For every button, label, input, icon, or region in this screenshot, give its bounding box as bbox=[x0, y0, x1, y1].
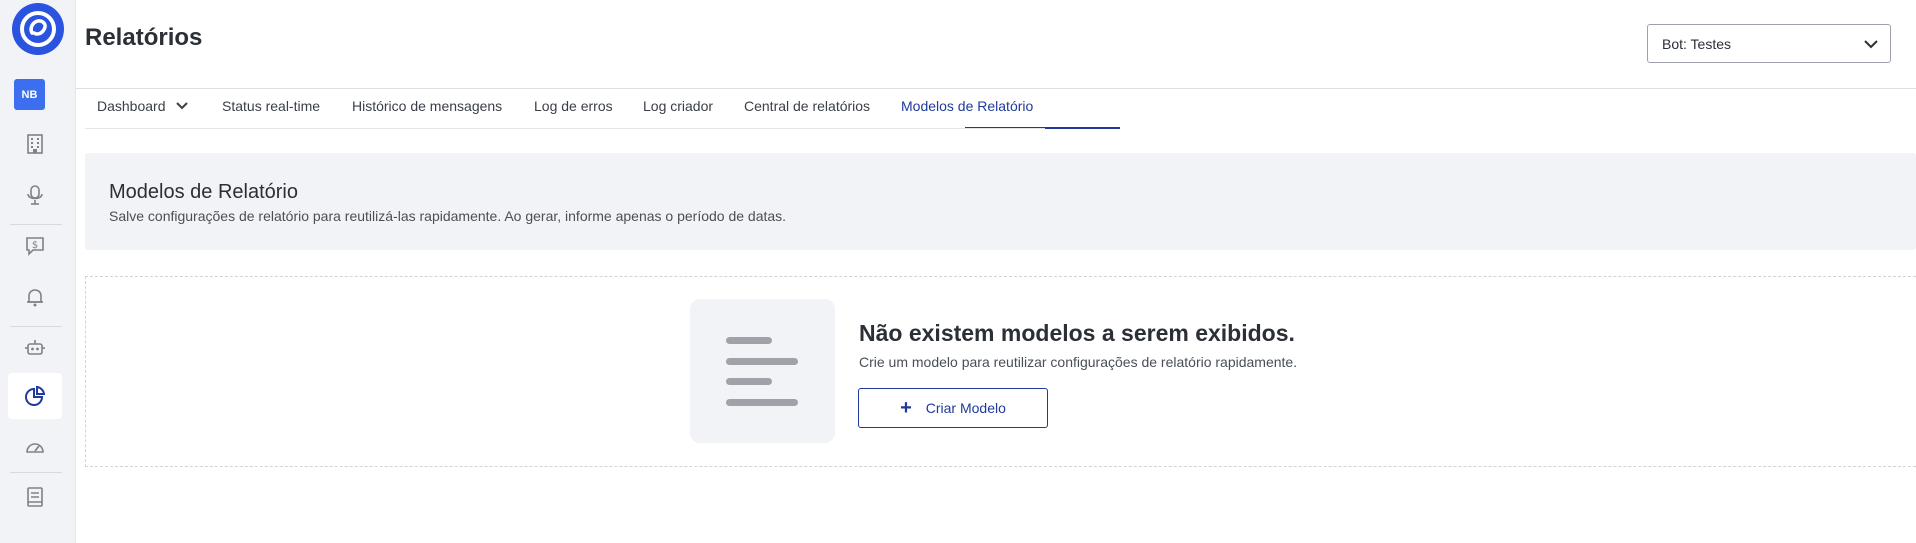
bell-icon bbox=[27, 289, 43, 307]
pie-chart-icon bbox=[25, 385, 46, 406]
tab-label: Modelos de Relatório bbox=[901, 98, 1034, 114]
sidebar-item-billing[interactable]: $ bbox=[8, 223, 62, 269]
logo-icon bbox=[20, 11, 56, 47]
robot-icon bbox=[25, 340, 45, 355]
tab-label: Histórico de mensagens bbox=[352, 98, 503, 114]
bot-select[interactable]: Bot: Testes bbox=[1647, 24, 1891, 63]
sidebar-item-docs[interactable] bbox=[8, 474, 62, 520]
microphone-icon bbox=[27, 185, 43, 205]
tab-label: Dashboard bbox=[97, 98, 166, 114]
empty-state-description: Crie um modelo para reutilizar configura… bbox=[859, 354, 1298, 370]
sidebar-item-voice[interactable] bbox=[8, 172, 62, 218]
create-model-label: Criar Modelo bbox=[925, 400, 1006, 416]
document-lines-icon bbox=[690, 299, 835, 443]
chevron-down-icon bbox=[175, 102, 188, 110]
workspace-badge[interactable]: NB bbox=[14, 79, 45, 110]
section-title: Modelos de Relatório bbox=[109, 181, 298, 203]
tabs-divider bbox=[85, 128, 1045, 129]
speedometer-icon bbox=[26, 443, 44, 453]
empty-state-title: Não existem modelos a serem exibidos. bbox=[859, 320, 1295, 346]
sidebar: NB $ bbox=[0, 0, 76, 543]
sidebar-item-reports[interactable] bbox=[8, 373, 62, 419]
bot-select-value: Bot: Testes bbox=[1662, 35, 1732, 52]
sidebar-item-performance[interactable] bbox=[8, 424, 62, 470]
sidebar-divider bbox=[10, 472, 62, 473]
section-description: Salve configurações de relatório para re… bbox=[109, 208, 787, 224]
info-panel: Modelos de Relatório Salve configurações… bbox=[85, 153, 1916, 250]
sidebar-item-bots[interactable] bbox=[8, 325, 62, 371]
tab-label: Status real-time bbox=[222, 98, 321, 114]
tab-log-criador[interactable]: Log criador bbox=[643, 98, 713, 114]
tab-modelos-relatorio[interactable]: Modelos de Relatório bbox=[901, 98, 1033, 114]
plus-icon: + bbox=[900, 397, 912, 419]
building-icon bbox=[27, 134, 43, 154]
sidebar-item-company[interactable] bbox=[8, 121, 62, 167]
tab-label: Central de relatórios bbox=[744, 98, 871, 114]
icon-line bbox=[726, 358, 798, 365]
icon-line bbox=[726, 378, 772, 385]
tab-log-erros[interactable]: Log de erros bbox=[534, 98, 613, 114]
billing-chat-icon: $ bbox=[26, 237, 44, 256]
icon-line bbox=[726, 337, 772, 344]
app-logo[interactable] bbox=[12, 3, 64, 55]
book-icon bbox=[27, 487, 43, 507]
page-title: Relatórios bbox=[85, 24, 203, 51]
tab-historico-mensagens[interactable]: Histórico de mensagens bbox=[352, 98, 502, 114]
create-model-button[interactable]: + Criar Modelo bbox=[858, 388, 1048, 428]
tab-central-relatorios[interactable]: Central de relatórios bbox=[744, 98, 870, 114]
sidebar-item-notifications[interactable] bbox=[8, 274, 62, 320]
empty-state-container bbox=[85, 276, 1916, 467]
tab-label: Log de erros bbox=[534, 98, 613, 114]
chevron-down-icon bbox=[1864, 40, 1878, 49]
tab-dashboard[interactable]: Dashboard bbox=[97, 98, 190, 114]
icon-line bbox=[726, 399, 798, 406]
tab-label: Log criador bbox=[643, 98, 714, 114]
tab-bar: Dashboard Status real-time Histórico de … bbox=[76, 88, 1916, 129]
svg-text:$: $ bbox=[32, 240, 38, 251]
tab-status-real-time[interactable]: Status real-time bbox=[222, 98, 320, 114]
